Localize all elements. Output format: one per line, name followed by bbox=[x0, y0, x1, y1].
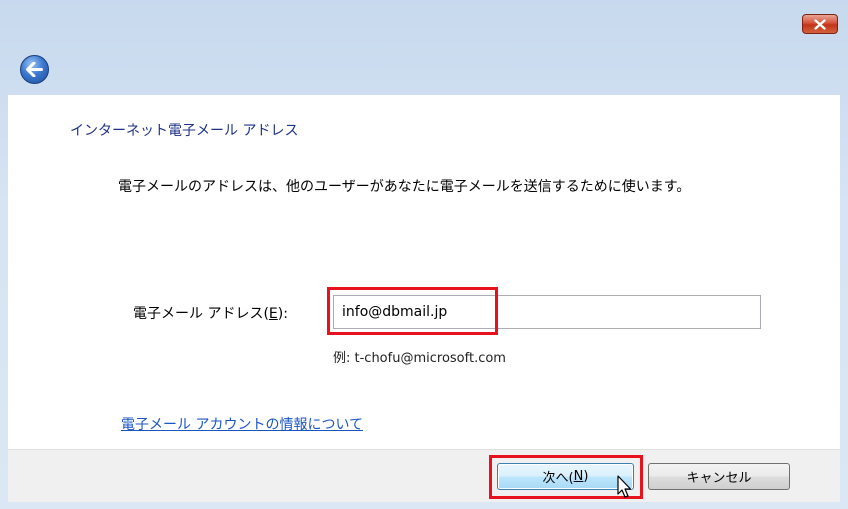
close-button[interactable] bbox=[802, 14, 838, 34]
email-label-prefix: 電子メール アドレス( bbox=[133, 306, 269, 322]
wizard-window: インターネット電子メール アドレス 電子メールのアドレスは、他のユーザーがあなた… bbox=[0, 0, 848, 509]
button-bar: 次へ(N) キャンセル bbox=[8, 449, 840, 502]
back-button[interactable] bbox=[20, 55, 49, 84]
next-button[interactable]: 次へ(N) bbox=[497, 463, 634, 490]
email-field-label: 電子メール アドレス(E): bbox=[133, 303, 288, 323]
content-panel: インターネット電子メール アドレス 電子メールのアドレスは、他のユーザーがあなた… bbox=[8, 95, 840, 449]
mouse-cursor-icon bbox=[617, 475, 632, 498]
email-label-accelerator: E bbox=[268, 306, 278, 322]
email-label-suffix: ): bbox=[277, 306, 288, 322]
next-label-prefix: 次へ( bbox=[542, 471, 574, 486]
next-label-suffix: ) bbox=[583, 469, 589, 484]
page-title: インターネット電子メール アドレス bbox=[70, 123, 299, 139]
back-arrow-icon bbox=[26, 62, 43, 77]
email-example-text: 例: t-chofu@microsoft.com bbox=[333, 351, 506, 366]
title-bar bbox=[0, 0, 848, 100]
next-label-accelerator: N bbox=[573, 469, 584, 484]
email-address-input[interactable] bbox=[333, 295, 761, 329]
close-x-icon bbox=[814, 18, 826, 30]
cancel-button[interactable]: キャンセル bbox=[648, 463, 790, 490]
page-description: 電子メールのアドレスは、他のユーザーがあなたに電子メールを送信するために使います… bbox=[118, 179, 691, 195]
account-info-link[interactable]: 電子メール アカウントの情報について bbox=[121, 414, 363, 434]
